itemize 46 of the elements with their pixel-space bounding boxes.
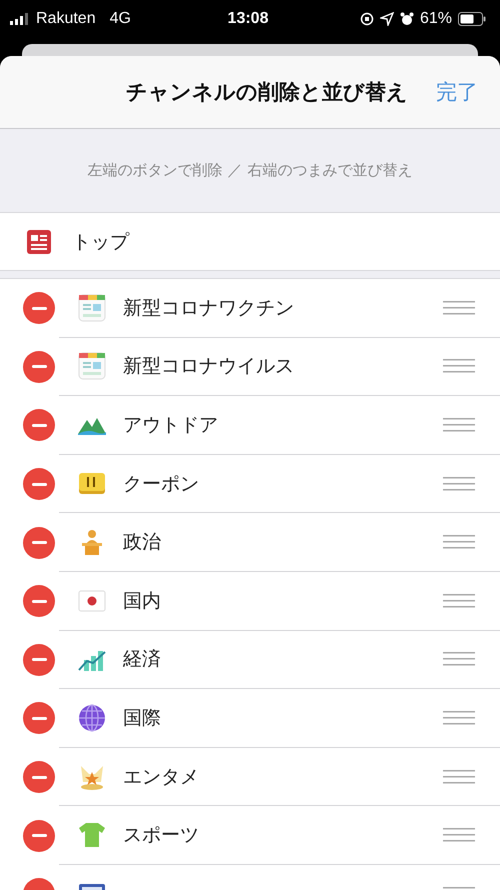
- delete-button[interactable]: [23, 644, 55, 676]
- delete-button[interactable]: [23, 292, 55, 324]
- delete-button[interactable]: [23, 350, 55, 383]
- delete-button[interactable]: [23, 585, 55, 618]
- reorder-handle-icon[interactable]: [443, 651, 475, 668]
- battery-percent: 61%: [420, 10, 452, 28]
- globe-icon: [77, 702, 107, 733]
- channel-label: クーポン: [123, 472, 200, 497]
- reorder-handle-icon[interactable]: [443, 710, 475, 726]
- reorder-handle-icon[interactable]: [443, 768, 475, 785]
- channel-label: 国内: [123, 588, 162, 614]
- sheet-title: チャンネルの削除と並び替え: [126, 79, 408, 106]
- channel-label: トップ: [72, 230, 129, 254]
- status-time: 13:08: [228, 10, 268, 28]
- carrier-name: Rakuten: [36, 10, 96, 28]
- channel-label: 新型コロナワクチン: [123, 296, 295, 321]
- reorder-handle-icon[interactable]: [443, 534, 475, 550]
- rotation-lock-icon: [360, 12, 374, 26]
- done-button[interactable]: 完了: [436, 78, 478, 106]
- reorder-handle-icon[interactable]: [443, 416, 475, 433]
- alarm-icon: [400, 12, 414, 26]
- reorder-handle-icon[interactable]: [443, 827, 475, 844]
- channel-label: エンタメ: [123, 764, 200, 790]
- delete-button[interactable]: [23, 409, 55, 442]
- newspaper-icon: [77, 292, 107, 323]
- channel-label: スポーツ: [123, 823, 200, 848]
- battery-icon: [458, 12, 486, 26]
- reorder-handle-icon[interactable]: [443, 592, 475, 609]
- newspaper-icon: [77, 351, 107, 382]
- instruction-text: 左端のボタンで削除 ／ 右端のつまみで並び替え: [88, 161, 412, 180]
- channel-label: 新型コロナウイルス: [123, 354, 295, 380]
- delete-button[interactable]: [23, 468, 55, 500]
- signal-icon: [10, 13, 30, 25]
- channel-label: 経済: [123, 647, 162, 672]
- reorder-handle-icon[interactable]: [443, 358, 475, 374]
- delete-button[interactable]: [23, 702, 55, 734]
- channel-label: 政治: [123, 530, 162, 556]
- location-icon: [380, 12, 394, 26]
- delete-button[interactable]: [23, 526, 55, 559]
- delete-button[interactable]: [23, 820, 55, 852]
- reorder-handle-icon[interactable]: [443, 300, 475, 316]
- network-type: 4G: [110, 10, 131, 28]
- delete-button[interactable]: [23, 761, 55, 794]
- channel-label: アウトドア: [123, 412, 219, 438]
- channel-label: 国際: [123, 706, 162, 731]
- reorder-handle-icon[interactable]: [443, 476, 475, 492]
